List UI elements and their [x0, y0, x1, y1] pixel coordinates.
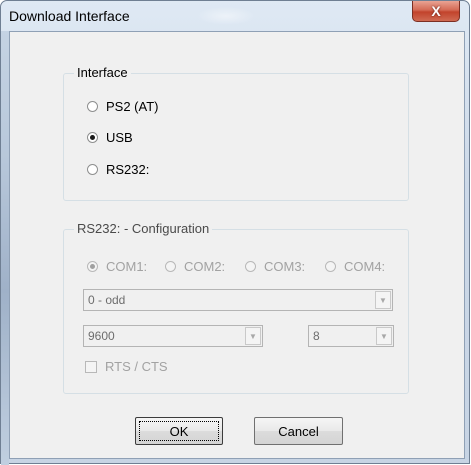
ok-button[interactable]: OK	[135, 417, 223, 445]
title-glass-highlight	[196, 7, 256, 25]
close-button[interactable]: X	[412, 1, 460, 22]
rts-cts-checkbox-box[interactable]	[85, 360, 97, 373]
radio-usb-indicator[interactable]	[87, 132, 98, 143]
cancel-button[interactable]: Cancel	[254, 417, 343, 445]
interface-groupbox: Interface PS2 (AT) USB RS232:	[63, 65, 409, 201]
radio-com3[interactable]: COM3:	[245, 259, 305, 274]
ok-button-focus-ring	[139, 421, 219, 441]
radio-ps2-indicator[interactable]	[87, 101, 98, 112]
title-bar[interactable]: Download Interface X	[1, 1, 469, 31]
radio-com3-indicator[interactable]	[245, 261, 256, 272]
radio-com2-label: COM2:	[184, 259, 226, 274]
radio-com2-indicator[interactable]	[165, 261, 176, 272]
baud-rate-dropdown[interactable]: 9600 ▼	[83, 325, 263, 347]
radio-usb[interactable]: USB	[87, 130, 133, 145]
interface-group-legend: Interface	[74, 65, 131, 80]
radio-rs232-indicator[interactable]	[87, 164, 98, 175]
radio-com4-indicator[interactable]	[325, 261, 336, 272]
rts-cts-checkbox[interactable]: RTS / CTS	[85, 359, 168, 374]
radio-com4-label: COM4:	[344, 259, 386, 274]
dialog-window: Download Interface X Interface PS2 (AT) …	[0, 0, 470, 465]
radio-com1[interactable]: COM1:	[87, 259, 147, 274]
dialog-client-area: Interface PS2 (AT) USB RS232: RS232: - C…	[9, 31, 465, 459]
close-icon: X	[431, 3, 441, 19]
parity-dropdown[interactable]: 0 - odd ▼	[83, 289, 393, 311]
rs232-group-legend: RS232: - Configuration	[74, 221, 213, 236]
radio-com1-label: COM1:	[106, 259, 148, 274]
radio-rs232-label: RS232:	[106, 162, 150, 177]
radio-usb-label: USB	[106, 130, 133, 145]
rs232-config-groupbox: RS232: - Configuration COM1: COM2: COM3:…	[63, 221, 409, 394]
data-bits-value: 8	[313, 329, 320, 343]
radio-ps2-label: PS2 (AT)	[106, 99, 159, 114]
radio-com1-indicator[interactable]	[87, 261, 98, 272]
radio-com4[interactable]: COM4:	[325, 259, 385, 274]
parity-dropdown-value: 0 - odd	[88, 293, 126, 307]
chevron-down-icon[interactable]: ▼	[375, 291, 391, 309]
window-title: Download Interface	[9, 8, 130, 24]
chevron-down-icon[interactable]: ▼	[245, 327, 261, 345]
chevron-down-icon[interactable]: ▼	[376, 327, 392, 345]
data-bits-dropdown[interactable]: 8 ▼	[308, 325, 394, 347]
rts-cts-label: RTS / CTS	[105, 359, 168, 374]
radio-rs232[interactable]: RS232:	[87, 162, 149, 177]
radio-com3-label: COM3:	[264, 259, 306, 274]
radio-com2[interactable]: COM2:	[165, 259, 225, 274]
baud-rate-value: 9600	[88, 329, 115, 343]
window-frame-left	[1, 31, 9, 465]
cancel-button-label: Cancel	[278, 423, 319, 439]
radio-ps2[interactable]: PS2 (AT)	[87, 99, 159, 114]
